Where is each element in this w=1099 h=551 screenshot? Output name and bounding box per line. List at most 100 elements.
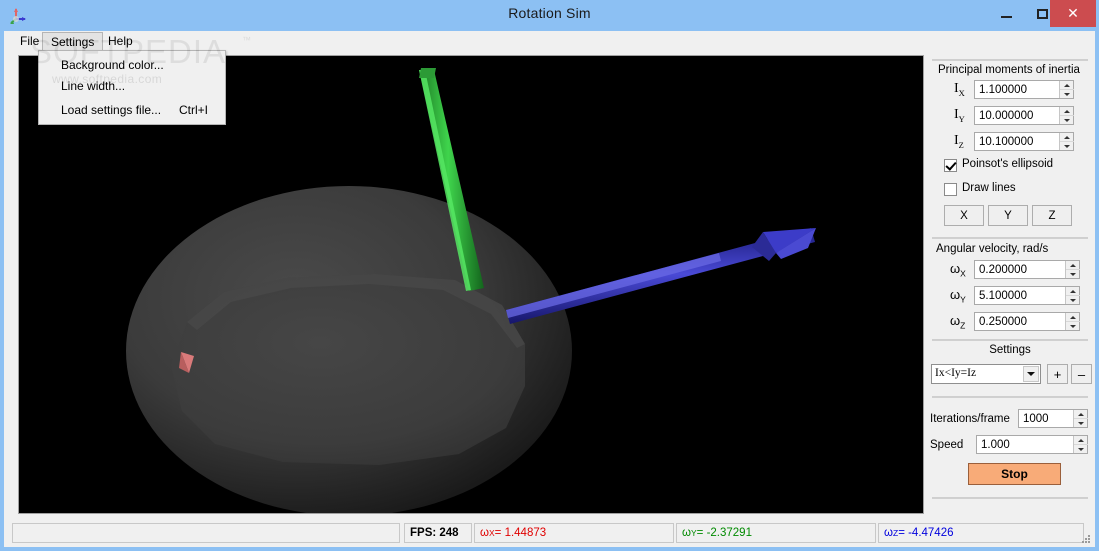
menu-item-line-width[interactable]: Line width... [39, 76, 225, 97]
remove-preset-button[interactable]: – [1071, 364, 1092, 384]
omega-label-x: ωX [950, 261, 966, 279]
minimize-button[interactable] [988, 0, 1024, 27]
add-preset-button[interactable]: + [1047, 364, 1068, 384]
stepper-down-icon[interactable] [1066, 322, 1080, 330]
inertia-z-stepper[interactable] [1059, 133, 1074, 150]
inertia-group-title: Principal moments of inertia [938, 64, 1080, 76]
speed-input[interactable] [977, 436, 1073, 453]
fps-indicator: FPS: 248 [404, 523, 472, 543]
view-axis-y-button[interactable]: Y [988, 205, 1028, 226]
omega-z-input[interactable] [975, 313, 1065, 330]
menu-bar: File Settings Help [4, 31, 1095, 51]
omega-z-field[interactable] [974, 312, 1080, 331]
menu-item-load-settings-file-accel: Ctrl+I [179, 103, 209, 117]
omega-x-field[interactable] [974, 260, 1080, 279]
control-panel: Principal moments of inertia IX IY IZ [930, 55, 1092, 542]
panel-divider-3 [932, 396, 1088, 398]
inertia-y-field[interactable] [974, 106, 1074, 125]
omega-y-status-value: = -2.37291 [696, 527, 752, 539]
window-title: Rotation Sim [508, 5, 591, 21]
inertia-y-stepper[interactable] [1059, 107, 1074, 124]
stepper-up-icon[interactable] [1066, 313, 1080, 322]
omega-y-field[interactable] [974, 286, 1080, 305]
title-bar: Rotation Sim ✕ [0, 0, 1099, 31]
settings-dropdown-menu[interactable]: Background color... Line width... Load s… [38, 50, 226, 125]
stepper-up-icon[interactable] [1060, 81, 1074, 90]
stepper-down-icon[interactable] [1074, 419, 1088, 427]
omega-x-stepper[interactable] [1065, 261, 1080, 278]
stepper-up-icon[interactable] [1066, 261, 1080, 270]
inertia-z-field[interactable] [974, 132, 1074, 151]
draw-lines-label: Draw lines [962, 182, 1016, 194]
omega-y-status: ωY = -2.37291 [676, 523, 876, 543]
inertia-x-stepper[interactable] [1059, 81, 1074, 98]
omega-y-input[interactable] [975, 287, 1065, 304]
speed-stepper[interactable] [1073, 436, 1088, 453]
omega-label-x-sub: X [960, 268, 966, 279]
stepper-down-icon[interactable] [1066, 296, 1080, 304]
view-axis-x-button[interactable]: X [944, 205, 984, 226]
omega-label-y-sub: Y [960, 294, 966, 305]
omega-z-status-value: = -4.47426 [898, 527, 954, 539]
speed-field[interactable] [976, 435, 1088, 454]
iterations-label: Iterations/frame [930, 413, 1010, 425]
omega-z-status: ωZ = -4.47426 [878, 523, 1084, 543]
preset-select[interactable]: Ix<Iy=Iz [931, 364, 1041, 384]
omega-label-z-sub: Z [960, 320, 966, 331]
menu-item-load-settings-file-label: Load settings file... [61, 103, 162, 117]
close-icon: ✕ [1067, 5, 1079, 22]
client-area: File Settings Help Principal moments of … [4, 31, 1095, 547]
panel-divider-top [932, 59, 1088, 61]
chevron-down-icon[interactable] [1023, 366, 1039, 382]
inertia-label-y: IY [954, 107, 965, 124]
stepper-up-icon[interactable] [1060, 107, 1074, 116]
resize-grip-icon[interactable] [1080, 533, 1092, 545]
stepper-up-icon[interactable] [1074, 410, 1088, 419]
z-axis-arrow [506, 228, 816, 324]
menu-item-background-color[interactable]: Background color... [39, 55, 225, 76]
iterations-input[interactable] [1019, 410, 1073, 427]
omega-x-input[interactable] [975, 261, 1065, 278]
close-button[interactable]: ✕ [1050, 0, 1096, 27]
stepper-down-icon[interactable] [1060, 116, 1074, 124]
iterations-field[interactable] [1018, 409, 1088, 428]
inertia-label-z-sub: Z [958, 139, 964, 150]
omega-z-stepper[interactable] [1065, 313, 1080, 330]
omega-x-status-symbol: ω [480, 527, 489, 539]
view-axis-z-button[interactable]: Z [1032, 205, 1072, 226]
stepper-down-icon[interactable] [1066, 270, 1080, 278]
stepper-up-icon[interactable] [1060, 133, 1074, 142]
minimize-icon [1000, 15, 1012, 18]
panel-divider-4 [932, 497, 1088, 499]
status-message-panel [12, 523, 400, 543]
iterations-stepper[interactable] [1073, 410, 1088, 427]
omega-y-stepper[interactable] [1065, 287, 1080, 304]
panel-divider-2 [932, 339, 1088, 341]
omega-y-status-symbol: ω [682, 527, 691, 539]
inertia-label-z: IZ [954, 133, 964, 150]
inertia-x-input[interactable] [975, 81, 1059, 98]
inertia-y-input[interactable] [975, 107, 1059, 124]
application-window: Rotation Sim ✕ File Settings Help Princi… [0, 0, 1099, 551]
stepper-down-icon[interactable] [1060, 142, 1074, 150]
inertia-z-input[interactable] [975, 133, 1059, 150]
inertia-label-x-sub: X [958, 87, 965, 98]
angular-velocity-group-title: Angular velocity, rad/s [936, 243, 1049, 255]
inertia-label-y-sub: Y [958, 113, 965, 124]
checkbox-unchecked-icon[interactable] [944, 183, 957, 196]
inertia-label-x: IX [954, 81, 965, 98]
preset-select-value: Ix<Iy=Iz [935, 367, 977, 379]
stepper-up-icon[interactable] [1066, 287, 1080, 296]
stepper-down-icon[interactable] [1060, 90, 1074, 98]
stop-button[interactable]: Stop [968, 463, 1061, 485]
maximize-icon [1036, 8, 1048, 19]
menu-item-load-settings-file[interactable]: Load settings file... Ctrl+I [39, 100, 225, 121]
menu-help[interactable]: Help [100, 32, 141, 50]
menu-settings[interactable]: Settings [42, 32, 104, 50]
settings-group-title: Settings [989, 344, 1031, 356]
checkbox-checked-icon[interactable] [944, 159, 957, 172]
stepper-up-icon[interactable] [1074, 436, 1088, 445]
inertia-x-field[interactable] [974, 80, 1074, 99]
stepper-down-icon[interactable] [1074, 445, 1088, 453]
poinsot-ellipsoid-label: Poinsot's ellipsoid [962, 158, 1054, 170]
